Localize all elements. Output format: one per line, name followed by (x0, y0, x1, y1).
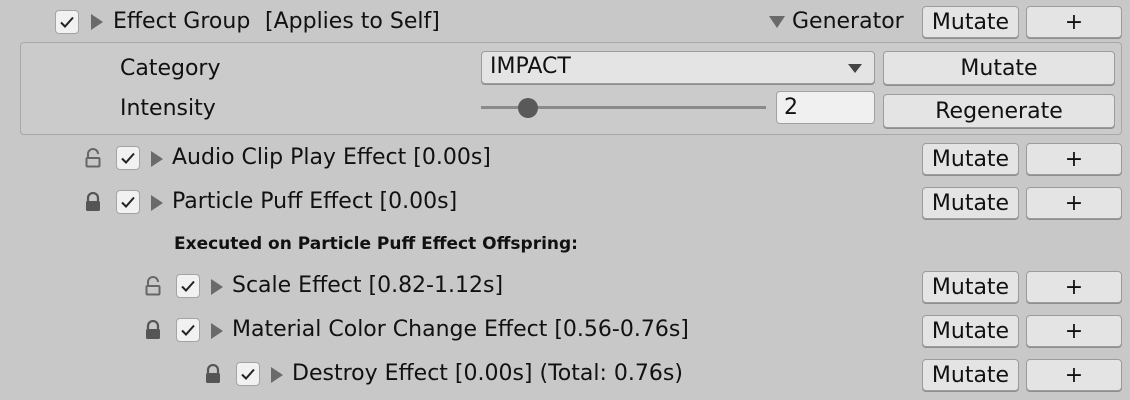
effect-row: Particle Puff Effect [0.00s] Mutate + (0, 185, 1130, 221)
effect-enabled-checkbox[interactable] (116, 190, 140, 214)
group-mutate-button[interactable]: Mutate (922, 6, 1019, 38)
generator-mutate-button[interactable]: Mutate (883, 51, 1115, 85)
checkmark-icon (121, 196, 135, 208)
unlock-icon[interactable] (144, 276, 162, 296)
effect-enabled-checkbox[interactable] (236, 362, 260, 386)
generator-collapse-icon[interactable] (769, 16, 785, 28)
effect-row: Scale Effect [0.82-1.12s] Mutate + (0, 269, 1130, 305)
effect-row: Audio Clip Play Effect [0.00s] Mutate + (0, 141, 1130, 177)
effect-row: Material Color Change Effect [0.56-0.76s… (0, 313, 1130, 349)
unlock-icon[interactable] (84, 148, 102, 168)
effect-enabled-checkbox[interactable] (176, 274, 200, 298)
checkmark-icon (121, 152, 135, 164)
checkmark-icon (181, 324, 195, 336)
effect-group-checkbox[interactable] (55, 10, 79, 34)
effect-row: Destroy Effect [0.00s] (Total: 0.76s) Mut… (0, 357, 1130, 393)
lock-icon[interactable] (84, 192, 102, 212)
effect-label: Particle Puff Effect [0.00s] (172, 189, 458, 214)
effect-mutate-button[interactable]: Mutate (922, 271, 1019, 303)
category-dropdown[interactable]: IMPACT (481, 51, 875, 84)
expand-arrow-icon[interactable] (151, 151, 163, 167)
effect-add-button[interactable]: + (1026, 187, 1122, 219)
checkmark-icon (241, 368, 255, 380)
effect-enabled-checkbox[interactable] (116, 146, 140, 170)
effect-add-button[interactable]: + (1026, 271, 1122, 303)
checkmark-icon (181, 280, 195, 292)
applies-to-label: [Applies to Self] (265, 9, 440, 34)
category-value: IMPACT (490, 54, 571, 79)
intensity-label: Intensity (120, 96, 216, 121)
effect-mutate-button[interactable]: Mutate (922, 187, 1019, 219)
effect-add-button[interactable]: + (1026, 359, 1122, 391)
expand-arrow-icon[interactable] (91, 14, 103, 30)
effect-mutate-button[interactable]: Mutate (922, 315, 1019, 347)
effect-add-button[interactable]: + (1026, 143, 1122, 175)
expand-arrow-icon[interactable] (271, 367, 283, 383)
effect-label: Scale Effect [0.82-1.12s] (232, 273, 504, 298)
generator-foldout-label[interactable]: Generator (792, 8, 904, 36)
regenerate-button[interactable]: Regenerate (883, 94, 1115, 128)
effect-label: Destroy Effect [0.00s] (Total: 0.76s) (292, 361, 683, 386)
expand-arrow-icon[interactable] (211, 279, 223, 295)
effect-enabled-checkbox[interactable] (176, 318, 200, 342)
effect-label: Audio Clip Play Effect [0.00s] (172, 145, 491, 170)
offspring-header: Executed on Particle Puff Effect Offspri… (174, 234, 578, 254)
checkmark-icon (60, 16, 74, 28)
effect-add-button[interactable]: + (1026, 315, 1122, 347)
slider-thumb[interactable] (518, 98, 539, 118)
expand-arrow-icon[interactable] (211, 323, 223, 339)
intensity-field[interactable]: 2 (776, 91, 875, 124)
effect-mutate-button[interactable]: Mutate (922, 143, 1019, 175)
lock-icon[interactable] (144, 320, 162, 340)
category-label: Category (120, 56, 221, 81)
effect-group-title: Effect Group (113, 9, 251, 34)
intensity-value: 2 (784, 95, 798, 120)
group-add-button[interactable]: + (1026, 6, 1122, 38)
dropdown-arrow-icon (848, 64, 862, 73)
effect-label: Material Color Change Effect [0.56-0.76s… (232, 317, 689, 342)
lock-icon[interactable] (204, 364, 222, 384)
intensity-slider[interactable] (481, 94, 766, 122)
effect-mutate-button[interactable]: Mutate (922, 359, 1019, 391)
expand-arrow-icon[interactable] (151, 195, 163, 211)
